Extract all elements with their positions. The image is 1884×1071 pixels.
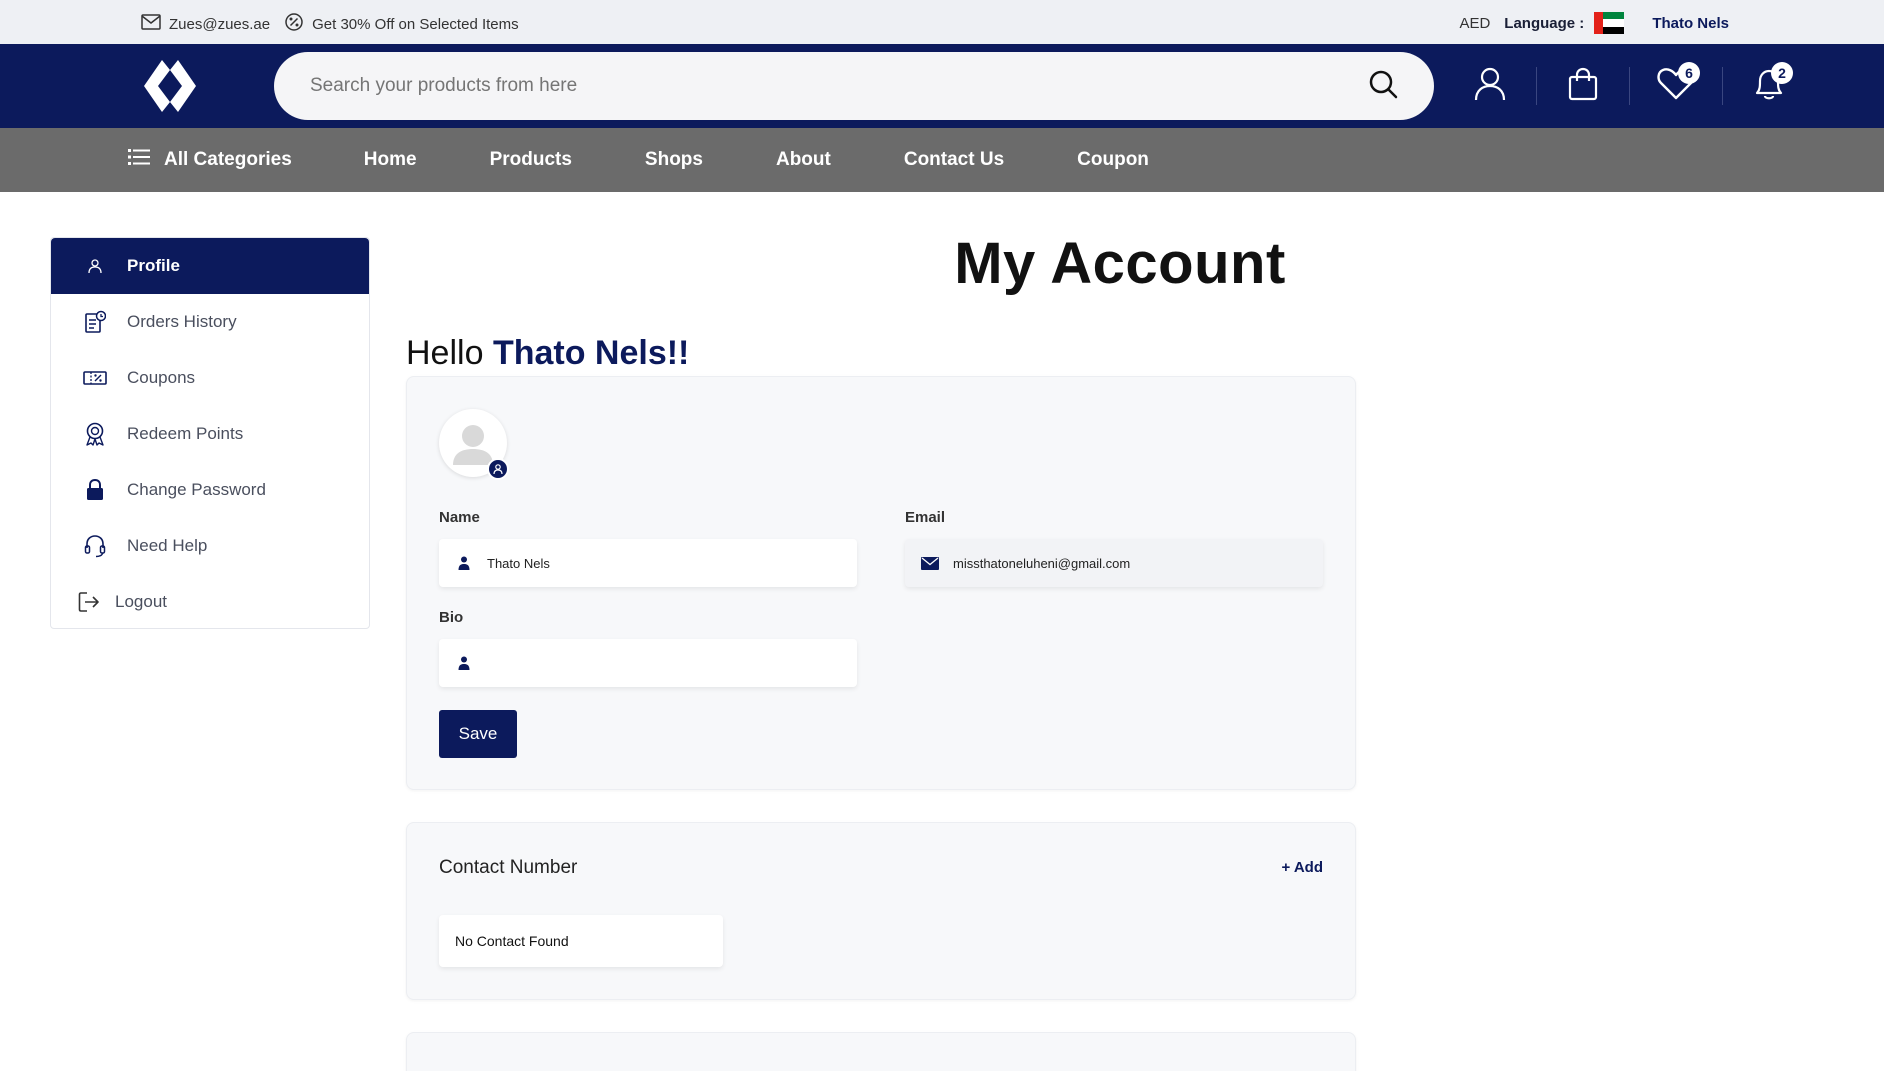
sidebar-item-label: Change Password bbox=[127, 480, 266, 499]
user-icon bbox=[1474, 67, 1506, 106]
search-bar[interactable] bbox=[274, 52, 1434, 120]
wishlist-button[interactable]: 6 bbox=[1648, 58, 1704, 114]
user-icon bbox=[83, 254, 107, 278]
bio-label: Bio bbox=[439, 609, 464, 626]
sidebar-item-label: Logout bbox=[115, 592, 167, 611]
sidebar-item-label: Profile bbox=[127, 256, 180, 275]
sidebar-item-label: Coupons bbox=[127, 368, 196, 387]
save-button[interactable]: Save bbox=[439, 710, 517, 758]
lock-icon bbox=[83, 478, 107, 502]
header-divider bbox=[1536, 67, 1537, 105]
header-divider bbox=[1722, 67, 1723, 105]
nav-coupon[interactable]: Coupon bbox=[1077, 149, 1149, 171]
add-contact-button[interactable]: + Add bbox=[1281, 859, 1323, 876]
name-field[interactable]: Thato Nels bbox=[439, 539, 857, 587]
sidebar-item-orders-history[interactable]: Orders History bbox=[51, 294, 369, 350]
no-contact-message: No Contact Found bbox=[439, 915, 723, 967]
greeting-prefix: Hello bbox=[406, 334, 484, 372]
header-divider bbox=[1629, 67, 1630, 105]
contact-number-title: Contact Number bbox=[439, 857, 578, 878]
account-sidebar: Profile Orders History Coupons Redeem Po… bbox=[50, 237, 370, 629]
logout-icon bbox=[77, 590, 101, 614]
uae-flag-icon[interactable] bbox=[1594, 12, 1625, 34]
nav-products[interactable]: Products bbox=[490, 149, 572, 171]
all-categories-button[interactable]: All Categories bbox=[128, 148, 292, 172]
award-icon bbox=[83, 422, 107, 446]
profile-card: Name Thato Nels Email missthatoneluheni@… bbox=[406, 376, 1356, 790]
page-title: My Account bbox=[954, 231, 1286, 296]
cart-button[interactable] bbox=[1555, 58, 1611, 114]
coupon-icon bbox=[83, 366, 107, 390]
sidebar-item-label: Need Help bbox=[127, 536, 208, 555]
top-strip: Zues@zues.ae Get 30% Off on Selected Ite… bbox=[0, 0, 1884, 44]
email-value: missthatoneluheni@gmail.com bbox=[953, 555, 1131, 571]
greeting-name: Thato Nels!! bbox=[492, 334, 690, 372]
top-user-name[interactable]: Thato Nels bbox=[1652, 15, 1729, 32]
person-icon bbox=[453, 656, 475, 670]
name-value: Thato Nels bbox=[487, 555, 550, 571]
sidebar-item-profile[interactable]: Profile bbox=[51, 238, 369, 294]
search-icon[interactable] bbox=[1368, 69, 1398, 104]
additional-card bbox=[406, 1032, 1356, 1071]
notifications-button[interactable]: 2 bbox=[1741, 58, 1797, 114]
nav-home[interactable]: Home bbox=[364, 149, 417, 171]
change-avatar-icon[interactable] bbox=[487, 458, 509, 480]
headset-icon bbox=[83, 534, 107, 558]
search-input[interactable] bbox=[310, 75, 1368, 97]
envelope-icon bbox=[919, 556, 941, 570]
discount-icon bbox=[284, 12, 304, 36]
wishlist-count-badge: 6 bbox=[1678, 62, 1700, 84]
top-email[interactable]: Zues@zues.ae bbox=[169, 16, 270, 33]
sidebar-item-need-help[interactable]: Need Help bbox=[51, 518, 369, 574]
sidebar-item-redeem-points[interactable]: Redeem Points bbox=[51, 406, 369, 462]
contact-number-card: Contact Number + Add No Contact Found bbox=[406, 822, 1356, 1000]
brand-logo[interactable] bbox=[142, 56, 198, 116]
promo-text: Get 30% Off on Selected Items bbox=[312, 15, 519, 33]
nav-about[interactable]: About bbox=[776, 149, 831, 171]
all-categories-label: All Categories bbox=[164, 149, 292, 170]
nav-contact-us[interactable]: Contact Us bbox=[904, 149, 1004, 171]
currency-selector[interactable]: AED bbox=[1459, 15, 1490, 32]
sidebar-item-label: Orders History bbox=[127, 312, 237, 331]
sidebar-item-coupons[interactable]: Coupons bbox=[51, 350, 369, 406]
orders-icon bbox=[83, 310, 107, 334]
sidebar-item-logout[interactable]: Logout bbox=[51, 574, 369, 630]
main-header: 6 2 bbox=[0, 44, 1884, 128]
account-button[interactable] bbox=[1462, 58, 1518, 114]
nav-shops[interactable]: Shops bbox=[645, 149, 703, 171]
person-icon bbox=[453, 556, 475, 570]
name-label: Name bbox=[439, 509, 480, 526]
sidebar-item-label: Redeem Points bbox=[127, 424, 244, 443]
email-label: Email bbox=[905, 509, 946, 526]
main-nav: All Categories Home Products Shops About… bbox=[0, 128, 1884, 192]
language-label: Language : bbox=[1504, 14, 1585, 32]
sidebar-item-change-password[interactable]: Change Password bbox=[51, 462, 369, 518]
bio-field[interactable] bbox=[439, 639, 857, 687]
shopping-bag-icon bbox=[1568, 67, 1598, 106]
notifications-count-badge: 2 bbox=[1771, 62, 1793, 84]
email-field[interactable]: missthatoneluheni@gmail.com bbox=[905, 539, 1323, 587]
mail-icon bbox=[141, 14, 161, 34]
list-icon bbox=[128, 148, 150, 172]
greeting: Hello Thato Nels!! bbox=[406, 334, 689, 373]
